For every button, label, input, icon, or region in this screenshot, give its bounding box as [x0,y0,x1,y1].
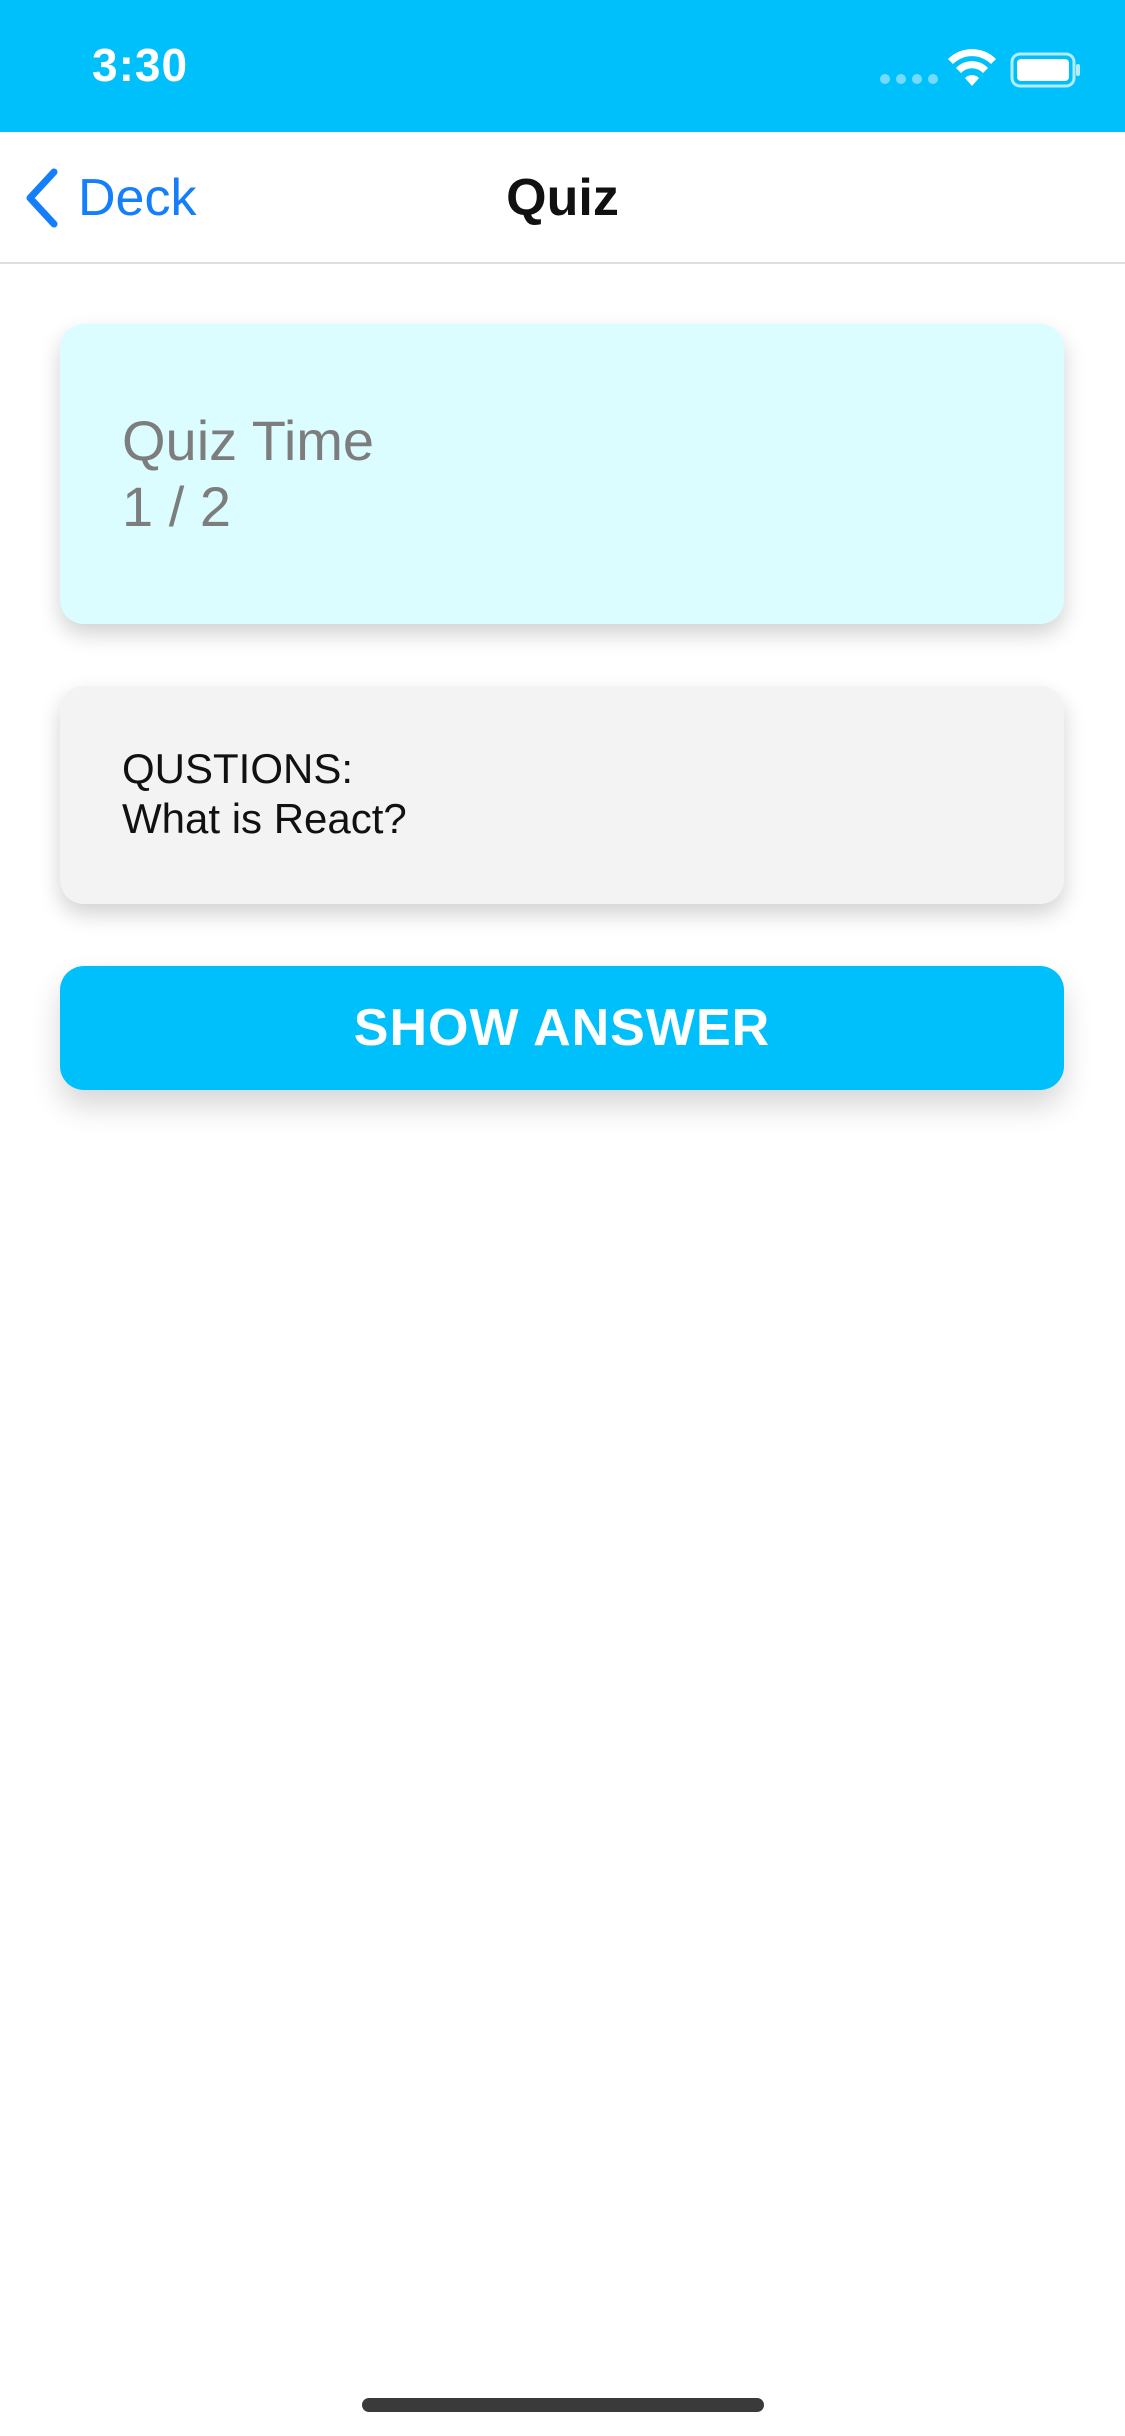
question-heading: QUSTIONS: [122,745,354,792]
question-card: QUSTIONS: What is React? [60,686,1064,904]
status-bar: 3:30 [0,0,1125,132]
quiz-info-card: Quiz Time 1 / 2 [60,324,1064,624]
question-text: What is React? [122,795,407,842]
show-answer-button[interactable]: SHOW ANSWER [60,966,1064,1090]
battery-icon [1010,52,1080,88]
quiz-progress: 1 / 2 [122,475,231,538]
wifi-icon [948,49,996,86]
signal-icon [880,74,938,84]
home-indicator[interactable] [362,2398,764,2412]
quiz-info-title: Quiz Time [122,409,375,472]
quiz-screen: 3:30 Deck Quiz Quiz Time 1 / 2 QUSTIONS: [0,0,1125,2436]
show-answer-label: SHOW ANSWER [353,999,771,1057]
page-title: Quiz [506,169,619,227]
navigation-bar: Deck Quiz [0,132,1125,264]
status-time: 3:30 [92,39,189,91]
